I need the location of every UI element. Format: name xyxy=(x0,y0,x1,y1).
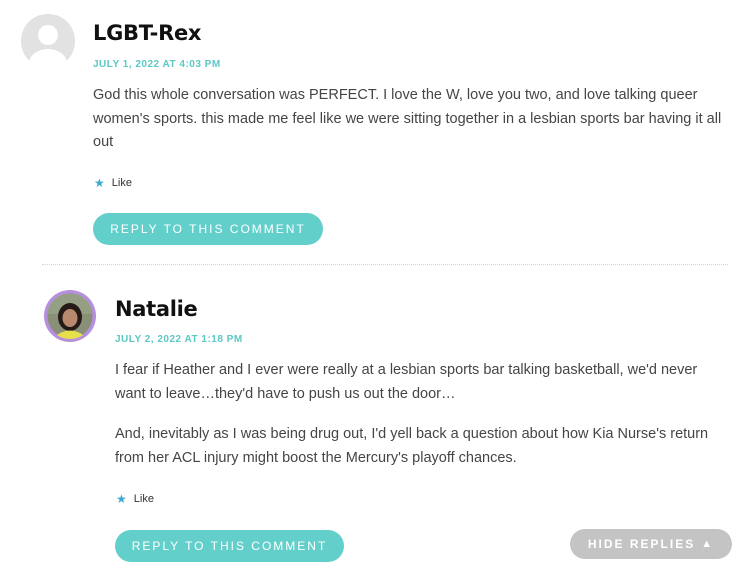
comment-body: I fear if Heather and I ever were really… xyxy=(115,359,727,487)
comment-author[interactable]: Natalie xyxy=(115,297,198,321)
star-icon: ★ xyxy=(116,492,127,506)
triangle-up-icon: ▲ xyxy=(701,538,715,550)
like-button[interactable]: ★ Like xyxy=(116,493,154,505)
user-photo-avatar[interactable] xyxy=(44,290,96,342)
reply-button[interactable]: REPLY TO THIS COMMENT xyxy=(115,530,344,562)
comment-natalie: Natalie JULY 2, 2022 AT 1:18 PM I fear i… xyxy=(0,0,748,576)
hide-replies-button[interactable]: HIDE REPLIES ▲ xyxy=(570,529,732,559)
comment-paragraph: And, inevitably as I was being drug out,… xyxy=(115,426,709,466)
like-label: Like xyxy=(133,493,154,505)
hide-replies-label: HIDE REPLIES xyxy=(587,537,696,551)
comment-paragraph: I fear if Heather and I ever were really… xyxy=(115,362,698,402)
comment-date[interactable]: JULY 2, 2022 AT 1:18 PM xyxy=(115,334,243,345)
